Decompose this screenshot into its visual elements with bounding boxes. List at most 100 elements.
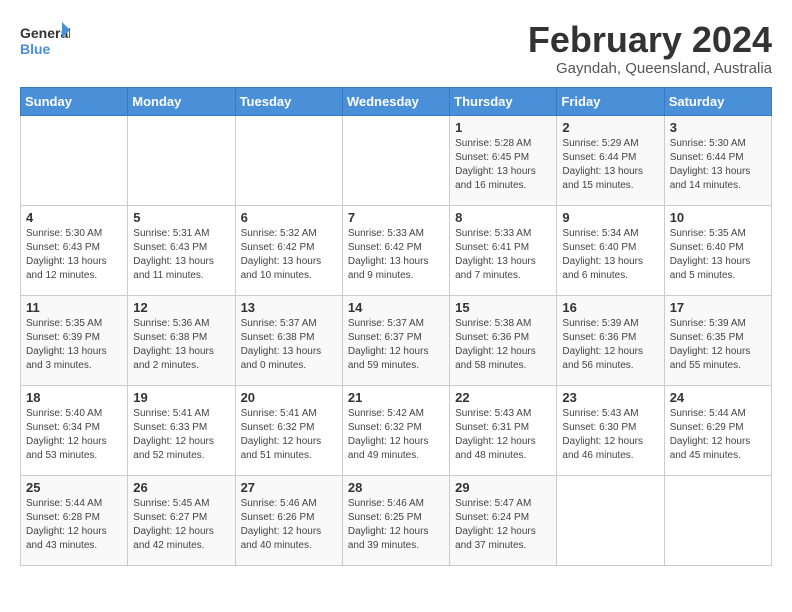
calendar-cell [128, 115, 235, 205]
day-number: 15 [455, 300, 551, 315]
calendar-cell: 10 Sunrise: 5:35 AMSunset: 6:40 PMDayligh… [664, 205, 771, 295]
day-info: Sunrise: 5:41 AMSunset: 6:33 PMDaylight:… [133, 407, 229, 463]
header-cell-monday: Monday [128, 87, 235, 115]
calendar-cell [664, 475, 771, 565]
day-info: Sunrise: 5:38 AMSunset: 6:36 PMDaylight:… [455, 317, 551, 373]
day-info: Sunrise: 5:42 AMSunset: 6:32 PMDaylight:… [348, 407, 444, 463]
calendar-cell: 14Sunrise: 5:37 AMSunset: 6:37 PMDayligh… [342, 295, 449, 385]
page-header: General Blue February 2024 Gayndah, Quee… [20, 20, 772, 77]
header-cell-wednesday: Wednesday [342, 87, 449, 115]
day-number: 24 [670, 390, 766, 405]
day-info: Sunrise: 5:46 AMSunset: 6:26 PMDaylight:… [241, 497, 337, 553]
day-number: 5 [133, 210, 229, 225]
day-info: Sunrise: 5:36 AMSunset: 6:38 PMDaylight:… [133, 317, 229, 373]
day-number: 25 [26, 480, 122, 495]
calendar-header-row: SundayMondayTuesdayWednesdayThursdayFrid… [21, 87, 772, 115]
calendar-cell: 5 Sunrise: 5:31 AMSunset: 6:43 PMDaylight… [128, 205, 235, 295]
calendar-week-row: 18 Sunrise: 5:40 AMSunset: 6:34 PMDayligh… [21, 385, 772, 475]
day-number: 20 [241, 390, 337, 405]
calendar-cell [21, 115, 128, 205]
day-number: 7 [348, 210, 444, 225]
day-info: Sunrise: 5:35 AMSunset: 6:39 PMDaylight:… [26, 317, 122, 373]
calendar-cell: 13 Sunrise: 5:37 AMSunset: 6:38 PMDayligh… [235, 295, 342, 385]
day-number: 26 [133, 480, 229, 495]
day-info: Sunrise: 5:45 AMSunset: 6:27 PMDaylight:… [133, 497, 229, 553]
day-info: Sunrise: 5:32 AMSunset: 6:42 PMDaylight:… [241, 227, 337, 283]
calendar-cell: 6 Sunrise: 5:32 AMSunset: 6:42 PMDaylight… [235, 205, 342, 295]
calendar-cell: 27 Sunrise: 5:46 AMSunset: 6:26 PMDayligh… [235, 475, 342, 565]
calendar-cell: 2Sunrise: 5:29 AMSunset: 6:44 PMDaylight… [557, 115, 664, 205]
header-cell-sunday: Sunday [21, 87, 128, 115]
day-number: 17 [670, 300, 766, 315]
calendar-cell: 21Sunrise: 5:42 AMSunset: 6:32 PMDayligh… [342, 385, 449, 475]
day-number: 3 [670, 120, 766, 135]
day-number: 23 [562, 390, 658, 405]
day-info: Sunrise: 5:39 AMSunset: 6:36 PMDaylight:… [562, 317, 658, 373]
day-info: Sunrise: 5:33 AMSunset: 6:42 PMDaylight:… [348, 227, 444, 283]
day-info: Sunrise: 5:46 AMSunset: 6:25 PMDaylight:… [348, 497, 444, 553]
day-number: 13 [241, 300, 337, 315]
day-number: 14 [348, 300, 444, 315]
calendar-week-row: 1 Sunrise: 5:28 AMSunset: 6:45 PMDaylight… [21, 115, 772, 205]
day-info: Sunrise: 5:40 AMSunset: 6:34 PMDaylight:… [26, 407, 122, 463]
header-cell-friday: Friday [557, 87, 664, 115]
calendar-cell: 8Sunrise: 5:33 AMSunset: 6:41 PMDaylight… [450, 205, 557, 295]
day-number: 28 [348, 480, 444, 495]
calendar-cell: 28 Sunrise: 5:46 AMSunset: 6:25 PMDayligh… [342, 475, 449, 565]
calendar-cell: 29 Sunrise: 5:47 AMSunset: 6:24 PMDayligh… [450, 475, 557, 565]
day-number: 16 [562, 300, 658, 315]
day-number: 18 [26, 390, 122, 405]
day-info: Sunrise: 5:35 AMSunset: 6:40 PMDaylight:… [670, 227, 766, 283]
title-block: February 2024 Gayndah, Queensland, Austr… [528, 20, 772, 77]
header-cell-tuesday: Tuesday [235, 87, 342, 115]
calendar-cell [557, 475, 664, 565]
day-info: Sunrise: 5:34 AMSunset: 6:40 PMDaylight:… [562, 227, 658, 283]
calendar-cell: 25 Sunrise: 5:44 AMSunset: 6:28 PMDayligh… [21, 475, 128, 565]
day-info: Sunrise: 5:33 AMSunset: 6:41 PMDaylight:… [455, 227, 551, 283]
day-info: Sunrise: 5:47 AMSunset: 6:24 PMDaylight:… [455, 497, 551, 553]
location-subtitle: Gayndah, Queensland, Australia [528, 60, 772, 77]
calendar-week-row: 11 Sunrise: 5:35 AMSunset: 6:39 PMDayligh… [21, 295, 772, 385]
calendar-cell: 4Sunrise: 5:30 AMSunset: 6:43 PMDaylight… [21, 205, 128, 295]
day-number: 19 [133, 390, 229, 405]
day-info: Sunrise: 5:37 AMSunset: 6:38 PMDaylight:… [241, 317, 337, 373]
calendar-cell: 7 Sunrise: 5:33 AMSunset: 6:42 PMDaylight… [342, 205, 449, 295]
calendar-cell: 26 Sunrise: 5:45 AMSunset: 6:27 PMDayligh… [128, 475, 235, 565]
calendar-cell [235, 115, 342, 205]
calendar-cell: 9 Sunrise: 5:34 AMSunset: 6:40 PMDaylight… [557, 205, 664, 295]
day-number: 1 [455, 120, 551, 135]
day-number: 29 [455, 480, 551, 495]
calendar-cell: 3 Sunrise: 5:30 AMSunset: 6:44 PMDaylight… [664, 115, 771, 205]
day-number: 27 [241, 480, 337, 495]
day-number: 6 [241, 210, 337, 225]
svg-text:Blue: Blue [20, 41, 51, 57]
day-info: Sunrise: 5:43 AMSunset: 6:31 PMDaylight:… [455, 407, 551, 463]
day-info: Sunrise: 5:31 AMSunset: 6:43 PMDaylight:… [133, 227, 229, 283]
calendar-cell: 18 Sunrise: 5:40 AMSunset: 6:34 PMDayligh… [21, 385, 128, 475]
calendar-cell: 24Sunrise: 5:44 AMSunset: 6:29 PMDayligh… [664, 385, 771, 475]
day-number: 4 [26, 210, 122, 225]
day-number: 12 [133, 300, 229, 315]
day-info: Sunrise: 5:39 AMSunset: 6:35 PMDaylight:… [670, 317, 766, 373]
calendar-week-row: 25 Sunrise: 5:44 AMSunset: 6:28 PMDayligh… [21, 475, 772, 565]
day-info: Sunrise: 5:41 AMSunset: 6:32 PMDaylight:… [241, 407, 337, 463]
day-number: 22 [455, 390, 551, 405]
calendar-week-row: 4Sunrise: 5:30 AMSunset: 6:43 PMDaylight… [21, 205, 772, 295]
calendar-cell: 17 Sunrise: 5:39 AMSunset: 6:35 PMDayligh… [664, 295, 771, 385]
calendar-cell: 20 Sunrise: 5:41 AMSunset: 6:32 PMDayligh… [235, 385, 342, 475]
day-info: Sunrise: 5:44 AMSunset: 6:28 PMDaylight:… [26, 497, 122, 553]
calendar-cell: 12 Sunrise: 5:36 AMSunset: 6:38 PMDayligh… [128, 295, 235, 385]
month-title: February 2024 [528, 20, 772, 60]
day-number: 11 [26, 300, 122, 315]
calendar-cell: 23Sunrise: 5:43 AMSunset: 6:30 PMDayligh… [557, 385, 664, 475]
header-cell-thursday: Thursday [450, 87, 557, 115]
calendar-cell [342, 115, 449, 205]
calendar-table: SundayMondayTuesdayWednesdayThursdayFrid… [20, 87, 772, 566]
day-number: 10 [670, 210, 766, 225]
day-info: Sunrise: 5:28 AMSunset: 6:45 PMDaylight:… [455, 137, 551, 193]
calendar-cell: 1 Sunrise: 5:28 AMSunset: 6:45 PMDaylight… [450, 115, 557, 205]
calendar-cell: 15 Sunrise: 5:38 AMSunset: 6:36 PMDayligh… [450, 295, 557, 385]
calendar-cell: 22 Sunrise: 5:43 AMSunset: 6:31 PMDayligh… [450, 385, 557, 475]
day-number: 9 [562, 210, 658, 225]
day-info: Sunrise: 5:30 AMSunset: 6:44 PMDaylight:… [670, 137, 766, 193]
